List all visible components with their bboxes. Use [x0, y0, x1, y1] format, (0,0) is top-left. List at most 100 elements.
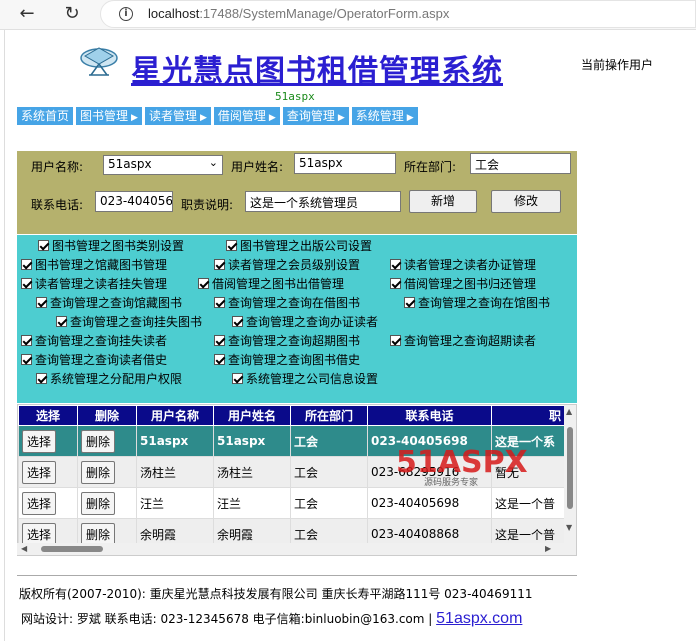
back-arrow-icon[interactable]: ←: [14, 3, 40, 25]
checkbox-checked-icon[interactable]: [21, 278, 32, 289]
add-button[interactable]: 新增: [409, 190, 477, 213]
site-subtitle: 51aspx: [275, 90, 315, 103]
permission-checkbox[interactable]: 查询管理之查询超期读者: [390, 333, 536, 349]
permission-checkbox[interactable]: 查询管理之查询办证读者: [232, 314, 378, 330]
checkbox-checked-icon[interactable]: [56, 316, 67, 327]
permission-checkbox[interactable]: 借阅管理之图书归还管理: [390, 276, 536, 292]
checkbox-checked-icon[interactable]: [21, 354, 32, 365]
edit-button[interactable]: 修改: [491, 190, 561, 213]
menu-item-readers[interactable]: 读者管理 ▶: [144, 107, 211, 125]
checkbox-checked-icon[interactable]: [390, 335, 401, 346]
vertical-scrollbar[interactable]: ▲ ▼: [564, 405, 576, 555]
checkbox-checked-icon[interactable]: [390, 259, 401, 270]
permission-checkbox[interactable]: 系统管理之公司信息设置: [232, 371, 378, 387]
checkbox-checked-icon[interactable]: [404, 297, 415, 308]
select-button[interactable]: 选择: [22, 429, 57, 453]
table-cell: 工会: [290, 425, 368, 457]
table-cell: 选择: [18, 487, 78, 519]
permission-checkbox[interactable]: 查询管理之查询在借图书: [214, 295, 360, 311]
permission-label: 查询管理之查询馆藏图书: [50, 296, 183, 310]
phone-input[interactable]: 023-40405698: [95, 191, 173, 212]
column-header: 所在部门: [290, 405, 368, 426]
scroll-right-icon[interactable]: ▶: [545, 544, 551, 553]
permission-label: 读者管理之会员级别设置: [228, 258, 361, 272]
permission-checkbox[interactable]: 查询管理之查询在馆图书: [404, 295, 550, 311]
footer-link[interactable]: 51aspx.com: [436, 610, 522, 627]
scroll-left-icon[interactable]: ◀: [21, 544, 27, 553]
menu-item-borrowing[interactable]: 借阅管理 ▶: [213, 107, 280, 125]
site-title[interactable]: 星光慧点图书租借管理系统: [131, 46, 503, 90]
realname-input[interactable]: 51aspx: [294, 153, 396, 174]
table-cell: 51aspx: [213, 425, 291, 457]
menu-item-home[interactable]: 系统首页: [17, 107, 74, 125]
checkbox-checked-icon[interactable]: [21, 259, 32, 270]
checkbox-checked-icon[interactable]: [232, 316, 243, 327]
permission-checkbox[interactable]: 查询管理之查询馆藏图书: [36, 295, 182, 311]
checkbox-checked-icon[interactable]: [232, 373, 243, 384]
scroll-down-icon[interactable]: ▼: [566, 523, 572, 532]
horizontal-scrollbar[interactable]: ◀ ▶: [17, 543, 565, 555]
permission-checkbox[interactable]: 查询管理之查询读者借史: [21, 352, 167, 368]
checkbox-checked-icon[interactable]: [214, 297, 225, 308]
delete-button[interactable]: 删除: [81, 429, 116, 453]
checkbox-checked-icon[interactable]: [36, 373, 47, 384]
permission-label: 借阅管理之图书归还管理: [404, 277, 537, 291]
menu-item-label: 图书管理: [80, 109, 129, 123]
checkbox-checked-icon[interactable]: [21, 335, 32, 346]
menu-item-books[interactable]: 图书管理 ▶: [76, 107, 142, 125]
scroll-thumb[interactable]: [567, 427, 573, 509]
site-info-icon[interactable]: i: [119, 7, 133, 21]
permission-checkbox[interactable]: 借阅管理之图书出借管理: [198, 276, 344, 292]
dept-label: 所在部门:: [404, 160, 457, 174]
browser-toolbar: ← ↻ i localhost:17488/SystemManage/Opera…: [0, 0, 696, 30]
checkbox-checked-icon[interactable]: [390, 278, 401, 289]
checkbox-checked-icon[interactable]: [38, 240, 49, 251]
scroll-thumb[interactable]: [41, 546, 103, 552]
permission-checkbox[interactable]: 查询管理之查询图书借史: [214, 352, 360, 368]
delete-button[interactable]: 删除: [81, 460, 116, 484]
menu-item-system[interactable]: 系统管理 ▶: [351, 107, 418, 125]
permission-checkbox[interactable]: 查询管理之查询超期图书: [214, 333, 360, 349]
permission-checkbox[interactable]: 图书管理之馆藏图书管理: [21, 257, 167, 273]
duty-input[interactable]: 这是一个系统管理员: [245, 191, 401, 212]
select-button[interactable]: 选择: [22, 460, 57, 484]
permission-label: 查询管理之查询超期读者: [404, 334, 537, 348]
checkbox-checked-icon[interactable]: [36, 297, 47, 308]
table-cell: 选择: [18, 425, 78, 457]
permission-checkbox[interactable]: 系统管理之分配用户权限: [36, 371, 182, 387]
delete-button[interactable]: 删除: [81, 491, 116, 515]
reload-icon[interactable]: ↻: [59, 3, 85, 25]
permission-checkbox[interactable]: 读者管理之会员级别设置: [214, 257, 360, 273]
dept-input[interactable]: 工会: [470, 153, 571, 174]
permission-checkbox[interactable]: 查询管理之查询挂失读者: [21, 333, 167, 349]
column-header: 联系电话: [367, 405, 492, 426]
username-select[interactable]: 51aspx ⌄: [103, 155, 223, 175]
checkbox-checked-icon[interactable]: [198, 278, 209, 289]
permission-label: 查询管理之查询挂失读者: [35, 334, 168, 348]
submenu-arrow-icon: ▶: [199, 113, 207, 123]
watermark-logo: 51ASPX 源码服务专家: [396, 445, 528, 488]
permission-checkbox[interactable]: 读者管理之读者挂失管理: [21, 276, 167, 292]
checkbox-checked-icon[interactable]: [214, 354, 225, 365]
submenu-arrow-icon: ▶: [268, 113, 276, 123]
permission-checkbox[interactable]: 读者管理之读者办证管理: [390, 257, 536, 273]
permission-label: 系统管理之公司信息设置: [246, 372, 379, 386]
checkbox-checked-icon[interactable]: [226, 240, 237, 251]
submenu-arrow-icon: ▶: [406, 113, 414, 123]
permission-label: 查询管理之查询挂失图书: [70, 315, 203, 329]
menu-item-query[interactable]: 查询管理 ▶: [282, 107, 349, 125]
checkbox-checked-icon[interactable]: [214, 335, 225, 346]
table-cell: 汪兰: [136, 487, 214, 519]
watermark-tagline: 源码服务专家: [424, 476, 478, 488]
permission-label: 图书管理之图书类别设置: [52, 239, 185, 253]
address-bar[interactable]: i localhost:17488/SystemManage/OperatorF…: [100, 0, 696, 28]
permission-label: 系统管理之分配用户权限: [50, 372, 183, 386]
scroll-up-icon[interactable]: ▲: [566, 407, 572, 416]
permission-checkbox[interactable]: 查询管理之查询挂失图书: [56, 314, 202, 330]
checkbox-checked-icon[interactable]: [214, 259, 225, 270]
permission-checkbox[interactable]: 图书管理之图书类别设置: [38, 238, 184, 254]
current-user-label: 当前操作用户: [581, 58, 654, 72]
select-button[interactable]: 选择: [22, 491, 57, 515]
url-text[interactable]: localhost:17488/SystemManage/OperatorFor…: [148, 6, 449, 21]
permission-checkbox[interactable]: 图书管理之出版公司设置: [226, 238, 372, 254]
